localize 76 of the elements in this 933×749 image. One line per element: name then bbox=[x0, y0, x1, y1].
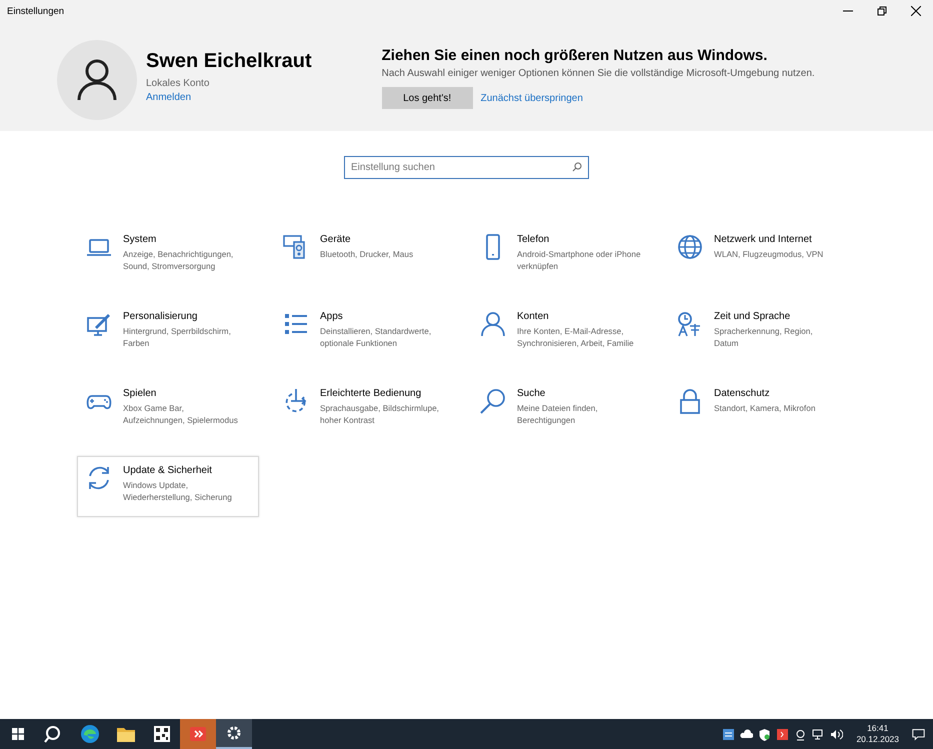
person-icon bbox=[77, 59, 117, 101]
tile-description: Ihre Konten, E-Mail-Adresse, Synchronisieren, Arbeit, Familie bbox=[517, 325, 635, 349]
clock-time: 16:41 bbox=[867, 723, 888, 734]
settings-tile[interactable]: Apps Deinstallieren, Standardwerte, optionale Funktionen bbox=[274, 302, 456, 363]
tile-description: Standort, Kamera, Mikrofon bbox=[714, 402, 816, 414]
tile-title: Spielen bbox=[123, 388, 156, 399]
browser-icon bbox=[80, 724, 100, 744]
promo-text: Nach Auswahl einiger weniger Optionen können Sie die vollständige Microsoft-Umgebung nutzen. bbox=[382, 68, 815, 79]
windows-icon bbox=[12, 728, 24, 740]
person-icon bbox=[480, 311, 506, 337]
globe-icon bbox=[677, 234, 703, 260]
tile-description: Windows Update, Wiederherstellung, Sicherung bbox=[123, 479, 233, 503]
app-tray-icon[interactable] bbox=[776, 728, 790, 740]
clock-letters-icon bbox=[677, 311, 703, 337]
restore-icon bbox=[877, 6, 887, 16]
tile-title: Update & Sicherheit bbox=[123, 465, 212, 476]
tile-description: Meine Dateien finden, Berechtigungen bbox=[517, 402, 599, 426]
settings-tile[interactable]: Geräte Bluetooth, Drucker, Maus bbox=[274, 225, 456, 286]
clock[interactable]: 16:41 20.12.2023 bbox=[856, 723, 899, 745]
tile-title: System bbox=[123, 234, 156, 245]
padlock-icon bbox=[677, 388, 703, 414]
tile-title: Suche bbox=[517, 388, 546, 399]
skip-link[interactable]: Zunächst überspringen bbox=[480, 92, 583, 104]
tile-description: WLAN, Flugzeugmodus, VPN bbox=[714, 248, 824, 260]
notification-icon[interactable] bbox=[912, 728, 925, 740]
search-field[interactable]: Einstellung suchen bbox=[344, 156, 589, 179]
sign-in-link[interactable]: Anmelden bbox=[146, 92, 192, 103]
tile-description: Android-Smartphone oder iPhone verknüpfen bbox=[517, 248, 641, 272]
tile-description: Xbox Game Bar, Aufzeichnungen, Spielermodus bbox=[123, 402, 239, 426]
cloud-icon[interactable] bbox=[740, 728, 754, 740]
settings-tile[interactable]: Suche Meine Dateien finden, Berechtigungen bbox=[471, 379, 653, 440]
list-icon bbox=[283, 311, 309, 337]
window-title: Einstellungen bbox=[7, 6, 64, 16]
tile-description: Hintergrund, Sperrbildschirm, Farben bbox=[123, 325, 232, 349]
settings-tile[interactable]: System Anzeige, Benachrichtigungen, Sound, Stromversorgung bbox=[77, 225, 259, 286]
settings-tile[interactable]: Netzwerk und Internet WLAN, Flugzeugmodus, VPN bbox=[668, 225, 850, 286]
camera-icon[interactable] bbox=[794, 728, 808, 740]
shield-icon[interactable] bbox=[758, 728, 772, 740]
tile-description: Anzeige, Benachrichtigungen, Sound, Stromversorgung bbox=[123, 248, 234, 272]
qr-code-icon bbox=[152, 724, 172, 744]
tile-title: Erleichterte Bedienung bbox=[320, 388, 422, 399]
settings-tile[interactable]: Spielen Xbox Game Bar, Aufzeichnungen, Spielermodus bbox=[77, 379, 259, 440]
settings-tile[interactable]: Konten Ihre Konten, E-Mail-Adresse, Synchronisieren, Arbeit, Familie bbox=[471, 302, 653, 363]
get-started-button[interactable]: Los geht's! bbox=[382, 87, 473, 109]
settings-tile[interactable]: Update & Sicherheit Windows Update, Wiederherstellung, Sicherung bbox=[77, 456, 259, 517]
settings-tile[interactable]: Zeit und Sprache Spracherkennung, Region, Datum bbox=[668, 302, 850, 363]
tile-title: Zeit und Sprache bbox=[714, 311, 790, 322]
settings-tile[interactable]: Datenschutz Standort, Kamera, Mikrofon bbox=[668, 379, 850, 440]
search-icon bbox=[572, 162, 582, 172]
tile-title: Personalisierung bbox=[123, 311, 198, 322]
tile-title: Telefon bbox=[517, 234, 550, 245]
network-icon[interactable] bbox=[812, 728, 826, 740]
tile-description: Spracherkennung, Region, Datum bbox=[714, 325, 814, 349]
speaker-icon[interactable] bbox=[830, 728, 844, 740]
tile-title: Apps bbox=[320, 311, 343, 322]
tile-title: Datenschutz bbox=[714, 388, 770, 399]
magnifier-icon bbox=[480, 388, 506, 414]
taskbar-app[interactable] bbox=[216, 719, 252, 749]
settings-tile[interactable]: Telefon Android-Smartphone oder iPhone verknüpfen bbox=[471, 225, 653, 286]
tile-description: Deinstallieren, Standardwerte, optionale Funktionen bbox=[320, 325, 432, 349]
promo-title: Ziehen Sie einen noch größeren Nutzen aus Windows. bbox=[382, 47, 768, 64]
tile-description: Sprachausgabe, Bildschirmlupe, hoher Kontrast bbox=[320, 402, 440, 426]
tile-title: Geräte bbox=[320, 234, 351, 245]
tile-title: Netzwerk und Internet bbox=[714, 234, 812, 245]
tile-title: Konten bbox=[517, 311, 549, 322]
app-tray-icon[interactable] bbox=[722, 728, 736, 740]
account-type: Lokales Konto bbox=[146, 78, 210, 89]
settings-tile[interactable]: Erleichterte Bedienung Sprachausgabe, Bildschirmlupe, hoher Kontrast bbox=[274, 379, 456, 440]
tile-description: Bluetooth, Drucker, Maus bbox=[320, 248, 414, 260]
dial-arrow-icon bbox=[283, 388, 309, 414]
sync-arrows-icon bbox=[86, 465, 112, 491]
account-name: Swen Eichelkraut bbox=[146, 50, 312, 73]
settings-tile[interactable]: Personalisierung Hintergrund, Sperrbildschirm, Farben bbox=[77, 302, 259, 363]
clock-date: 20.12.2023 bbox=[856, 734, 899, 745]
monitor-pen-icon bbox=[86, 311, 112, 337]
close-icon bbox=[911, 6, 921, 16]
